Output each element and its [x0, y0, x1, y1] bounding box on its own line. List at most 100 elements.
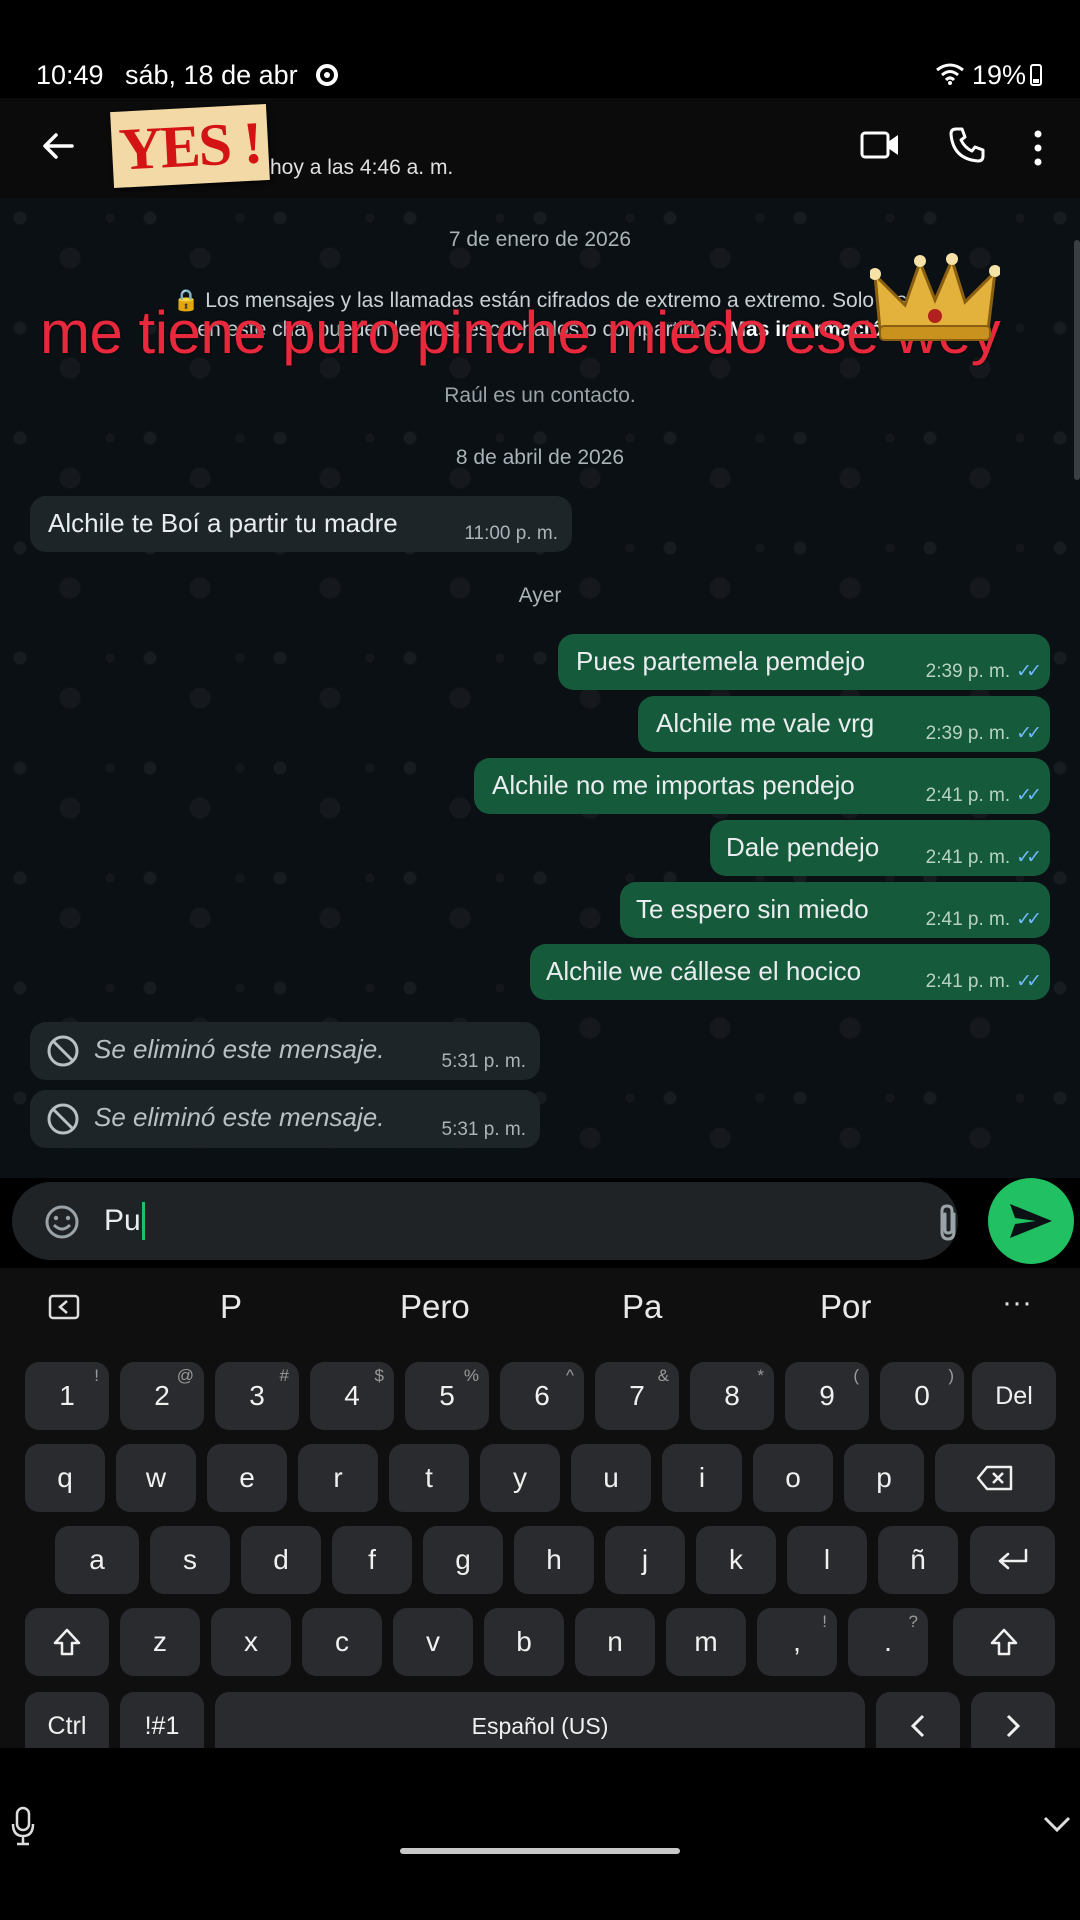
- key-n-tilde[interactable]: ñ: [878, 1526, 958, 1594]
- status-time: 10:49: [36, 60, 104, 90]
- read-ticks-icon: ✓✓: [1016, 661, 1042, 682]
- microphone-icon[interactable]: [10, 1806, 36, 1846]
- message-composer: Pu: [0, 1178, 1080, 1268]
- key-t[interactable]: t: [389, 1444, 469, 1512]
- key-j[interactable]: j: [605, 1526, 685, 1594]
- message-bubble-outgoing[interactable]: Te espero sin miedo 2:41 p. m. ✓✓: [620, 882, 1050, 938]
- backspace-key[interactable]: [935, 1444, 1055, 1512]
- deleted-message-icon: [47, 1035, 79, 1067]
- key-period[interactable]: .?: [848, 1608, 928, 1676]
- backspace-icon: [976, 1465, 1013, 1491]
- status-bar: 10:49 sáb, 18 de abr 19%: [0, 52, 1080, 98]
- message-bubble-outgoing[interactable]: Pues partemela pemdejo 2:39 p. m. ✓✓: [558, 634, 1050, 690]
- message-input-value[interactable]: Pu: [104, 1204, 141, 1238]
- message-text: Te espero sin miedo: [636, 894, 869, 924]
- message-text: Se eliminó este mensaje.: [94, 1102, 385, 1132]
- key-v[interactable]: v: [393, 1608, 473, 1676]
- key-k[interactable]: k: [696, 1526, 776, 1594]
- message-text: Pues partemela pemdejo: [576, 646, 866, 676]
- key-r[interactable]: r: [298, 1444, 378, 1512]
- message-bubble-incoming[interactable]: Alchile te Boí a partir tu madre 11:00 p…: [30, 496, 572, 552]
- message-text: Alchile we cállese el hocico: [546, 956, 862, 986]
- message-bubble-outgoing[interactable]: Alchile we cállese el hocico 2:41 p. m. ✓…: [530, 944, 1050, 1000]
- message-input[interactable]: Pu: [12, 1182, 958, 1260]
- key-a[interactable]: a: [55, 1526, 139, 1594]
- date-separator: Ayer: [518, 584, 562, 607]
- key-x[interactable]: x: [211, 1608, 291, 1676]
- key-8[interactable]: 8 *: [690, 1362, 774, 1430]
- key-i[interactable]: i: [662, 1444, 742, 1512]
- read-ticks-icon: ✓✓: [1016, 785, 1042, 806]
- send-button[interactable]: [988, 1178, 1074, 1264]
- key-f[interactable]: f: [332, 1526, 412, 1594]
- message-text: Dale pendejo: [726, 832, 880, 862]
- key-h[interactable]: h: [514, 1526, 594, 1594]
- shift-key-left[interactable]: [25, 1608, 109, 1676]
- key-e[interactable]: e: [207, 1444, 287, 1512]
- enter-key[interactable]: [970, 1526, 1055, 1594]
- back-arrow-icon[interactable]: [38, 126, 78, 166]
- key-l[interactable]: l: [787, 1526, 867, 1594]
- date-separator: 7 de enero de 2026: [448, 228, 632, 251]
- key-n[interactable]: n: [575, 1608, 655, 1676]
- key-o[interactable]: o: [753, 1444, 833, 1512]
- message-bubble-outgoing[interactable]: Alchile no me importas pendejo 2:41 p. m…: [474, 758, 1050, 814]
- sticker-icon[interactable]: [44, 1204, 80, 1240]
- battery-icon: [1030, 64, 1042, 86]
- key-6[interactable]: 6 ^: [500, 1362, 584, 1430]
- system-navigation-bar: [0, 1748, 1080, 1920]
- deleted-message-bubble[interactable]: Se eliminó este mensaje. 5:31 p. m.: [30, 1022, 540, 1080]
- key-7[interactable]: 7 &: [595, 1362, 679, 1430]
- message-bubble-outgoing[interactable]: Alchile me vale vrg 2:39 p. m. ✓✓: [638, 696, 1050, 752]
- key-b[interactable]: b: [484, 1608, 564, 1676]
- key-1[interactable]: 1!: [25, 1362, 109, 1430]
- key-2[interactable]: 2 @: [120, 1362, 204, 1430]
- key-0[interactable]: 0): [880, 1362, 964, 1430]
- phone-call-icon[interactable]: [948, 126, 986, 164]
- deleted-message-bubble[interactable]: Se eliminó este mensaje. 5:31 p. m.: [30, 1090, 540, 1148]
- key-comma[interactable]: ,!: [757, 1608, 837, 1676]
- key-4[interactable]: 4 $: [310, 1362, 394, 1430]
- key-g[interactable]: g: [423, 1526, 503, 1594]
- key-u[interactable]: u: [571, 1444, 651, 1512]
- read-ticks-icon: ✓✓: [1016, 723, 1042, 744]
- home-gesture-bar[interactable]: [400, 1848, 680, 1854]
- key-d[interactable]: d: [241, 1526, 321, 1594]
- chat-messages-area[interactable]: 7 de enero de 2026 🔒 Los mensajes y las …: [0, 198, 1080, 1178]
- shift-key-right[interactable]: [953, 1608, 1055, 1676]
- message-text: Alchile te Boí a partir tu madre: [48, 508, 398, 538]
- keyboard-toolbar-toggle-icon[interactable]: [48, 1294, 80, 1320]
- more-suggestions-icon[interactable]: ···: [1002, 1286, 1032, 1320]
- video-call-icon[interactable]: [860, 130, 900, 160]
- suggestion-2[interactable]: Pero: [400, 1288, 470, 1326]
- key-s[interactable]: s: [150, 1526, 230, 1594]
- caption-overlay: me tiene puro pinche miedo ese wey: [40, 299, 1001, 366]
- hide-keyboard-chevron-icon[interactable]: [1042, 1814, 1072, 1834]
- attachment-icon[interactable]: [934, 1202, 962, 1242]
- text-cursor: [142, 1202, 145, 1240]
- status-date: sáb, 18 de abr: [125, 60, 298, 90]
- key-q[interactable]: q: [25, 1444, 105, 1512]
- crown-icon: [870, 253, 1000, 341]
- message-text: Se eliminó este mensaje.: [94, 1034, 385, 1064]
- key-y[interactable]: y: [480, 1444, 560, 1512]
- key-c[interactable]: c: [302, 1608, 382, 1676]
- suggestion-1[interactable]: P: [220, 1288, 242, 1326]
- message-bubble-outgoing[interactable]: Dale pendejo 2:41 p. m. ✓✓: [710, 820, 1050, 876]
- scrollbar[interactable]: [1074, 240, 1080, 480]
- key-m[interactable]: m: [666, 1608, 746, 1676]
- key-z[interactable]: z: [120, 1608, 200, 1676]
- suggestion-3[interactable]: Pa: [622, 1288, 662, 1326]
- key-9[interactable]: 9(: [785, 1362, 869, 1430]
- key-5[interactable]: 5%: [405, 1362, 489, 1430]
- key-w[interactable]: w: [116, 1444, 196, 1512]
- message-time: 5:31 p. m.: [441, 1119, 527, 1140]
- key-p[interactable]: p: [844, 1444, 924, 1512]
- message-time: 11:00 p. m.: [464, 523, 558, 544]
- more-options-icon[interactable]: [1032, 128, 1044, 168]
- last-seen-status[interactable]: hoy a las 4:46 a. m.: [270, 156, 453, 180]
- suggestion-4[interactable]: Por: [820, 1288, 871, 1326]
- chevron-right-icon: [1006, 1714, 1021, 1738]
- key-3[interactable]: 3 #: [215, 1362, 299, 1430]
- key-del[interactable]: Del: [972, 1362, 1056, 1430]
